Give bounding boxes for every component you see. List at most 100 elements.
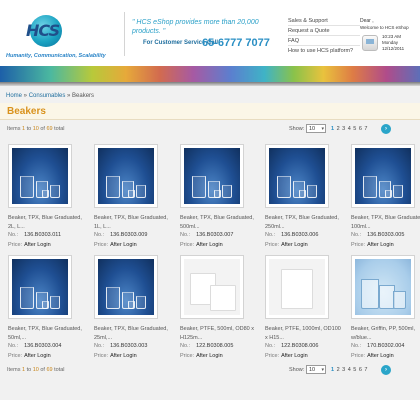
link-faq[interactable]: FAQ [288,36,360,46]
page-link[interactable]: 5 [353,367,356,373]
next-page-button[interactable]: › [381,365,391,375]
product-number: No.: 122.B0308.005 [180,343,233,349]
page-link[interactable]: 6 [359,126,362,132]
product-price-label: Price: [94,353,109,359]
product-price-label: Price: [351,242,366,248]
product-number-label: No.: [351,343,362,349]
product-price: Price: After Login [180,353,223,359]
tpx-beaker-set-icon [98,259,154,315]
link-request-quote[interactable]: Request a Quote [288,26,360,36]
items-total-word: total [52,367,65,373]
product-price-value: After Login [281,353,308,359]
product-card[interactable]: Beaker, TPX, Blue Graduated, 50ml,... No… [8,255,88,363]
product-image[interactable] [180,144,244,208]
product-image[interactable] [94,255,158,319]
items-count: Items 1 to 10 of 69 total [7,367,65,373]
product-name[interactable]: Beaker, TPX, Blue Graduated, 1L, L... [94,214,174,232]
product-number-label: No.: [94,232,105,238]
product-name[interactable]: Beaker, TPX, Blue Graduated, 50ml,... [8,325,88,343]
product-card[interactable]: Beaker, TPX, Blue Graduated, 100ml... No… [351,144,420,252]
product-card[interactable]: Beaker, PTFE, 500ml, OD80 x H125m... No.… [180,255,260,363]
product-name[interactable]: Beaker, TPX, Blue Graduated, 2L, L... [8,214,88,232]
next-page-button[interactable]: › [381,124,391,134]
product-card[interactable]: Beaker, TPX, Blue Graduated, 2L, L... No… [8,144,88,252]
page-link[interactable]: 7 [364,367,367,373]
product-image[interactable] [180,255,244,319]
product-image[interactable] [8,255,72,319]
breadcrumb-home[interactable]: Home [6,93,22,99]
top-links: Sales & Support Request a Quote FAQ How … [288,16,360,56]
product-card[interactable]: Beaker, Griffin, PP, 500ml, w/blue... No… [351,255,420,363]
breadcrumb-separator: » [22,93,29,99]
product-image[interactable] [265,144,329,208]
items-total-word: total [52,126,65,132]
page-link[interactable]: 5 [353,126,356,132]
page-link[interactable]: 3 [342,126,345,132]
page-link[interactable]: 7 [364,126,367,132]
product-number-value: 122.B0308.005 [196,343,234,349]
product-price-value: After Login [196,242,223,248]
product-number: No.: 136.B0303.011 [8,232,61,238]
product-price-label: Price: [265,353,280,359]
color-banner [0,66,420,82]
product-card[interactable]: Beaker, TPX, Blue Graduated, 25ml,... No… [94,255,174,363]
product-name[interactable]: Beaker, TPX, Blue Graduated, 100ml... [351,214,420,232]
page-link[interactable]: 2 [337,367,340,373]
product-name[interactable]: Beaker, TPX, Blue Graduated, 250ml... [265,214,345,232]
product-price-value: After Login [110,242,137,248]
logo-text: HCS [26,21,60,40]
link-how-to-use[interactable]: How to use HCS platform? [288,46,360,56]
product-card[interactable]: Beaker, TPX, Blue Graduated, 250ml... No… [265,144,345,252]
product-name[interactable]: Beaker, Griffin, PP, 500ml, w/blue... [351,325,420,343]
product-image[interactable] [351,144,415,208]
product-image[interactable] [265,255,329,319]
product-image[interactable] [8,144,72,208]
product-price-label: Price: [8,353,23,359]
product-number-value: 122.B0308.006 [281,343,319,349]
product-number-label: No.: [94,343,105,349]
ptfe-beaker-icon [184,259,240,315]
page-link[interactable]: 4 [348,126,351,132]
product-name[interactable]: Beaker, TPX, Blue Graduated, 25ml,... [94,325,174,343]
product-number-label: No.: [8,343,19,349]
product-image[interactable] [351,255,415,319]
page-link[interactable]: 4 [348,367,351,373]
page-link[interactable]: 1 [331,367,334,373]
breadcrumb-consumables[interactable]: Consumables [29,93,66,99]
pager-top: Items 1 to 10 of 69 total Show: 10 12345… [0,124,420,136]
product-price: Price: After Login [351,242,394,248]
show-per-page-select[interactable]: 10 [306,124,326,133]
tpx-beaker-set-icon [12,148,68,204]
product-number-label: No.: [351,232,362,238]
product-number-label: No.: [180,343,191,349]
product-number-label: No.: [180,232,191,238]
tpx-beaker-set-icon [184,148,240,204]
page-link[interactable]: 1 [331,126,334,132]
product-price-label: Price: [351,353,366,359]
customer-service-phone: 65-6777 7077 [202,37,270,49]
product-image[interactable] [94,144,158,208]
product-number: No.: 136.B0303.007 [180,232,233,238]
user-panel: Dear , Welcome to HCS eShop 10:23 AM Mon… [360,18,416,56]
product-name[interactable]: Beaker, PTFE, 500ml, OD80 x H125m... [180,325,260,343]
product-price-label: Price: [265,242,280,248]
tpx-beaker-set-icon [355,148,411,204]
title-bar: Beakers [0,103,420,120]
product-price-label: Price: [180,242,195,248]
calendar-icon [362,35,378,51]
product-card[interactable]: Beaker, PTFE, 1000ml, OD100 x H15... No.… [265,255,345,363]
user-greeting: Dear , [360,18,374,24]
product-name[interactable]: Beaker, PTFE, 1000ml, OD100 x H15... [265,325,345,343]
link-sales-support[interactable]: Sales & Support [288,16,360,26]
product-name[interactable]: Beaker, TPX, Blue Graduated, 500ml... [180,214,260,232]
page-link[interactable]: 3 [342,367,345,373]
page-link[interactable]: 6 [359,367,362,373]
hcs-logo[interactable]: HCS [24,12,100,50]
show-per-page-select[interactable]: 10 [306,365,326,374]
product-price-value: After Login [367,242,394,248]
product-card[interactable]: Beaker, TPX, Blue Graduated, 500ml... No… [180,144,260,252]
pager-bottom: Items 1 to 10 of 69 total Show: 10 12345… [0,365,420,377]
product-card[interactable]: Beaker, TPX, Blue Graduated, 1L, L... No… [94,144,174,252]
page-link[interactable]: 2 [337,126,340,132]
product-price-value: After Login [24,242,51,248]
